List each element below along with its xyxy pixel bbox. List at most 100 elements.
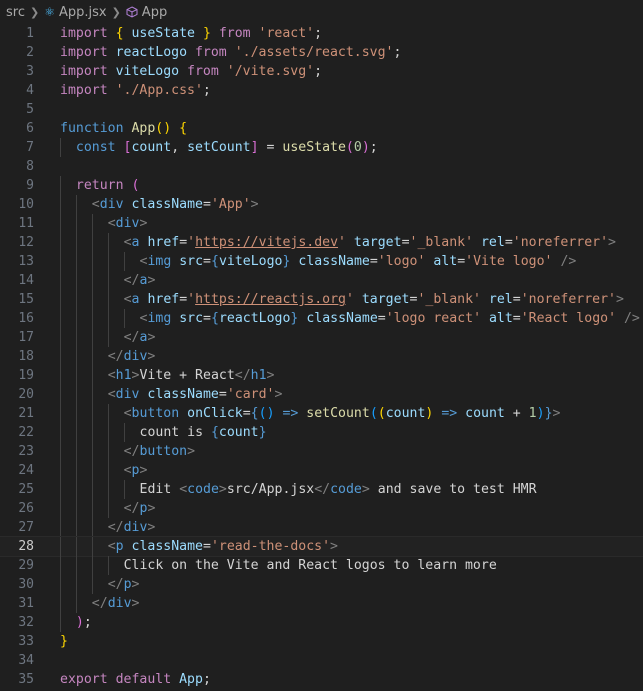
code-token: {	[211, 311, 219, 326]
code-line[interactable]: 17 </a>	[0, 328, 643, 347]
code-token: rel	[480, 292, 513, 307]
code-token: h1	[115, 368, 132, 383]
indent-guide	[60, 442, 61, 461]
code-line[interactable]: 30 </p>	[0, 575, 643, 594]
code-token: className	[298, 311, 378, 326]
code-text: </div>	[108, 347, 156, 366]
code-line[interactable]: 10 <div className='App'>	[0, 195, 643, 214]
code-line[interactable]: 18 </div>	[0, 347, 643, 366]
code-line[interactable]: 14 </a>	[0, 271, 643, 290]
code-token: =	[504, 235, 513, 250]
code-token: './assets/react.svg'	[234, 45, 394, 60]
code-line[interactable]: 22 count is {count}	[0, 423, 643, 442]
indent-guide	[91, 442, 93, 461]
code-line[interactable]: 16 <img src={reactLogo} className='logo r…	[0, 309, 643, 328]
code-line[interactable]: 19 <h1>Vite + React</h1>	[0, 366, 643, 385]
code-token: const	[75, 140, 124, 155]
indent-guide	[91, 499, 93, 518]
code-line[interactable]: 33}	[0, 632, 643, 651]
breadcrumb-file[interactable]: App.jsx	[59, 5, 107, 20]
code-line[interactable]: 35 export default App;	[0, 670, 643, 689]
code-token: img	[147, 311, 172, 326]
indent-guide	[60, 176, 61, 195]
indent-guide	[91, 290, 93, 309]
code-token: target	[353, 292, 410, 307]
code-text: import viteLogo from '/vite.svg';	[60, 62, 322, 81]
code-line[interactable]: 6 function App() {	[0, 119, 643, 138]
code-text: </div>	[108, 518, 156, 537]
code-token: />	[616, 311, 640, 326]
code-line[interactable]: 27 </div>	[0, 518, 643, 537]
code-token: (	[131, 178, 140, 193]
code-token: >	[131, 577, 140, 592]
line-number: 13	[18, 254, 34, 269]
indent-guide	[75, 347, 77, 366]
code-text: <p className='read-the-docs'>	[108, 537, 338, 556]
code-line[interactable]: 28 <p className='read-the-docs'>	[0, 536, 643, 557]
code-line[interactable]: 2 import reactLogo from './assets/react.s…	[0, 43, 643, 62]
line-number: 21	[18, 406, 34, 421]
breadcrumb-folder[interactable]: src	[6, 5, 25, 20]
indent-guide	[75, 480, 77, 499]
indent-guide	[107, 252, 109, 271]
code-line[interactable]: 3 import viteLogo from '/vite.svg';	[0, 62, 643, 81]
code-token: ;	[369, 140, 378, 155]
indent-guide	[60, 423, 61, 442]
code-token: 'Vite logo'	[465, 254, 553, 269]
code-token: >	[552, 406, 561, 421]
code-line[interactable]: 29 Click on the Vite and React logos to l…	[0, 556, 643, 575]
code-text: Edit <code>src/App.jsx</code> and save t…	[140, 480, 537, 499]
breadcrumb-symbol[interactable]: App	[142, 5, 167, 20]
code-line[interactable]: 23 </button>	[0, 442, 643, 461]
code-token: 'App'	[210, 197, 251, 212]
code-line[interactable]: 1 import { useState } from 'react';	[0, 24, 643, 43]
code-token: './App.css'	[115, 83, 203, 98]
code-line[interactable]: 11 <div>	[0, 214, 643, 233]
chevron-right-icon: ❯	[111, 5, 121, 19]
code-line[interactable]: 26 </p>	[0, 499, 643, 518]
indent-guide	[75, 195, 77, 214]
code-token: from	[210, 26, 259, 41]
code-token: </	[123, 273, 140, 288]
code-token: setCount	[187, 140, 251, 155]
code-token: '	[338, 235, 346, 250]
code-text: <p>	[124, 461, 148, 480]
code-token: >	[608, 235, 616, 250]
code-line[interactable]: 7 const [count, setCount] = useState(0);	[0, 138, 643, 157]
code-editor[interactable]: 1 import { useState } from 'react'; 2 impor…	[0, 24, 643, 691]
code-line[interactable]: 12 <a href='https://vitejs.dev' target='_…	[0, 233, 643, 252]
line-number: 22	[18, 425, 34, 440]
code-token: }	[195, 26, 211, 41]
code-line[interactable]: 21 <button onClick={() => setCount((count…	[0, 404, 643, 423]
code-text: </p>	[108, 575, 140, 594]
code-line[interactable]: 4 import './App.css';	[0, 81, 643, 100]
code-token: =	[401, 235, 410, 250]
code-line[interactable]: 13 <img src={viteLogo} className='logo' a…	[0, 252, 643, 271]
code-line[interactable]: 32);	[0, 613, 643, 632]
code-token: import	[60, 26, 116, 41]
code-line[interactable]: 20 <div className='card'>	[0, 385, 643, 404]
code-token: }	[544, 406, 553, 421]
code-line[interactable]: 15 <a href='https://reactjs.org' target='…	[0, 290, 643, 309]
line-number: 12	[18, 235, 34, 250]
code-token: App	[131, 121, 156, 136]
code-line[interactable]: 8	[0, 157, 643, 176]
code-token: )	[75, 615, 84, 630]
code-line[interactable]: 9 return (	[0, 176, 643, 195]
indent-guide	[75, 252, 77, 271]
code-token: <	[123, 463, 132, 478]
code-token: =>	[282, 406, 299, 421]
code-token: className	[123, 197, 203, 212]
code-token: 'React logo'	[520, 311, 617, 326]
code-line[interactable]: 24 <p>	[0, 461, 643, 480]
indent-guide	[91, 575, 93, 594]
code-line[interactable]: 5	[0, 100, 643, 119]
code-line[interactable]: 25 Edit <code>src/App.jsx</code> and save…	[0, 480, 643, 499]
indent-guide	[107, 328, 109, 347]
indent-guide	[60, 556, 61, 575]
code-line[interactable]: 34	[0, 651, 643, 670]
code-text: export default App;	[60, 670, 211, 689]
code-line[interactable]: 31 </div>	[0, 594, 643, 613]
line-number: 23	[18, 444, 34, 459]
code-token: className	[290, 254, 370, 269]
